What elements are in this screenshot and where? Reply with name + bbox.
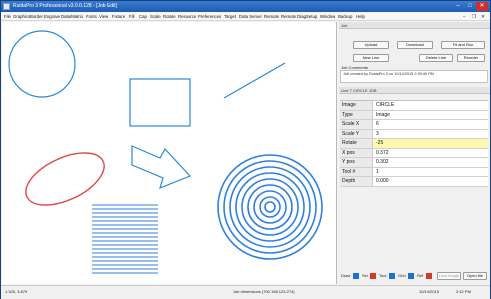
property-row-type[interactable]: Type Image: [340, 110, 488, 120]
menu-scale[interactable]: Scale: [150, 13, 161, 20]
concentric-circles-shape[interactable]: [217, 154, 323, 260]
property-row-tool[interactable]: Tool #1: [340, 167, 488, 177]
menu-fill[interactable]: Fill: [129, 13, 135, 20]
property-value[interactable]: CIRCLE: [376, 101, 394, 110]
menu-engrave[interactable]: Engrave: [44, 13, 60, 20]
property-value[interactable]: 0.372: [376, 149, 389, 158]
property-value[interactable]: -25: [376, 139, 384, 148]
menu-data-server[interactable]: Data Server: [239, 13, 262, 20]
line-shape[interactable]: [223, 62, 286, 99]
rectangle-shape[interactable]: [129, 78, 191, 127]
mdi-close-button[interactable]: ✕: [481, 13, 485, 20]
tool-color-swatch[interactable]: [389, 273, 395, 279]
property-key: Y pos: [340, 158, 373, 167]
draw-color-swatch[interactable]: [353, 273, 359, 279]
property-key: Type: [340, 110, 373, 119]
minimize-button[interactable]: –: [452, 2, 464, 11]
title-bar: RuidaPro 3 Professional v3.0.0.128 - [Jo…: [1, 1, 490, 12]
maximize-button[interactable]: □: [464, 2, 476, 11]
menu-graphics[interactable]: Graphics: [13, 13, 30, 20]
menu-view[interactable]: View: [99, 13, 108, 20]
property-key: Rotate: [340, 139, 373, 148]
menu-target[interactable]: Target: [224, 13, 236, 20]
legend-tool-label: Tool: [379, 273, 387, 278]
window-title: RuidaPro 3 Professional v3.0.0.128 - [Jo…: [13, 3, 117, 9]
open-file-button[interactable]: Open file: [463, 272, 487, 280]
property-key: Image: [340, 101, 373, 110]
property-row-x-pos[interactable]: X pos 0.372: [340, 148, 488, 158]
drawing-canvas[interactable]: [2, 22, 337, 284]
status-date: 10/14/2015: [419, 289, 440, 294]
arrow-shape[interactable]: [131, 145, 192, 190]
menu-cap[interactable]: Cap: [139, 13, 147, 20]
app-icon: [3, 3, 10, 10]
menu-preferences[interactable]: Preferences: [198, 13, 221, 20]
property-key: X pos: [340, 148, 373, 157]
ref-color-swatch[interactable]: [426, 273, 432, 279]
menu-bar: File Graphics Border Engrave Data/Matrix…: [1, 12, 490, 21]
hatch-lines-shape[interactable]: [92, 204, 158, 274]
property-row-depth[interactable]: Depth 0.000: [340, 177, 488, 187]
menu-remote[interactable]: Remote: [264, 13, 279, 20]
delete-line-button[interactable]: Delete Line: [419, 54, 453, 62]
property-row-rotate[interactable]: Rotate -25: [340, 139, 488, 149]
property-value[interactable]: 1: [376, 168, 379, 177]
menu-data-matrix[interactable]: Data/Matrix: [61, 13, 83, 20]
property-row-scale-y[interactable]: Scale Y3: [340, 129, 488, 139]
property-value[interactable]: 0.302: [376, 158, 389, 167]
reorder-button[interactable]: Reorder: [457, 54, 485, 62]
mdi-minimize-button[interactable]: –: [463, 13, 465, 20]
property-key: Depth: [340, 177, 373, 186]
property-key: Scale Y: [340, 129, 373, 138]
upload-button[interactable]: Upload: [353, 41, 389, 49]
line-panel-title: Line 7 CIRCLE JOB: [339, 87, 490, 94]
property-row-scale-x[interactable]: Scale X6: [340, 120, 488, 130]
menu-window[interactable]: Window: [320, 13, 335, 20]
color-legend: Draw Sel Tool Grid Ref Lock image Open f…: [339, 269, 490, 283]
property-grid: Image CIRCLE Type Image Scale X6 Scale Y3 …: [340, 100, 488, 187]
new-line-button[interactable]: New Line: [353, 54, 389, 62]
job-panel-title: Job: [339, 22, 490, 29]
legend-ref-label: Ref: [417, 273, 424, 278]
lock-image-button[interactable]: Lock image: [437, 272, 461, 280]
sel-color-swatch[interactable]: [370, 273, 376, 279]
property-row-image[interactable]: Image CIRCLE: [340, 101, 488, 111]
property-value[interactable]: 0.000: [376, 177, 389, 186]
mdi-restore-button[interactable]: ❐: [472, 13, 476, 20]
job-dimensions: Job dimensions (700.198 123.274): [233, 289, 295, 294]
menu-backup[interactable]: Backup: [338, 13, 352, 20]
property-value[interactable]: 3: [376, 130, 379, 139]
job-comments-field[interactable]: Job created by RuidaPro 3 on 10/14/2015 …: [340, 70, 488, 83]
grid-color-swatch[interactable]: [408, 273, 414, 279]
property-row-y-pos[interactable]: Y pos 0.302: [340, 158, 488, 168]
close-button[interactable]: ✕: [476, 2, 488, 11]
fit-and-run-button[interactable]: Fit and Run: [441, 41, 485, 49]
app-window: RuidaPro 3 Professional v3.0.0.128 - [Jo…: [0, 0, 491, 299]
legend-sel-label: Sel: [362, 273, 368, 278]
property-key: Tool #: [340, 167, 373, 176]
property-key: Scale X: [340, 120, 373, 129]
legend-grid-label: Grid: [398, 273, 406, 278]
menu-remote-diag[interactable]: Remote Diag: [281, 13, 306, 20]
menu-resource[interactable]: Resource: [178, 13, 196, 20]
properties-panel: Job Upload Download Fit and Run New Line…: [339, 22, 490, 284]
cursor-coordinates: 1.326, 3.679: [5, 289, 28, 294]
legend-draw-label: Draw: [341, 273, 351, 278]
menu-setup[interactable]: Setup: [306, 13, 317, 20]
property-value[interactable]: Image: [376, 111, 390, 120]
menu-file[interactable]: File: [4, 13, 11, 20]
menu-border[interactable]: Border: [30, 13, 43, 20]
canvas-drawing: [8, 30, 323, 274]
menu-fonts[interactable]: Fonts: [86, 13, 97, 20]
circle-shape[interactable]: [8, 30, 76, 98]
menu-help[interactable]: Help: [356, 13, 365, 20]
menu-fixture[interactable]: Fixture: [112, 13, 125, 20]
menu-rotate[interactable]: Rotate: [163, 13, 176, 20]
status-bar: 1.326, 3.679 Job dimensions (700.198 123…: [1, 285, 490, 299]
download-button[interactable]: Download: [397, 41, 433, 49]
status-time: 2:42 PM: [456, 289, 471, 294]
property-value[interactable]: 6: [376, 120, 379, 129]
